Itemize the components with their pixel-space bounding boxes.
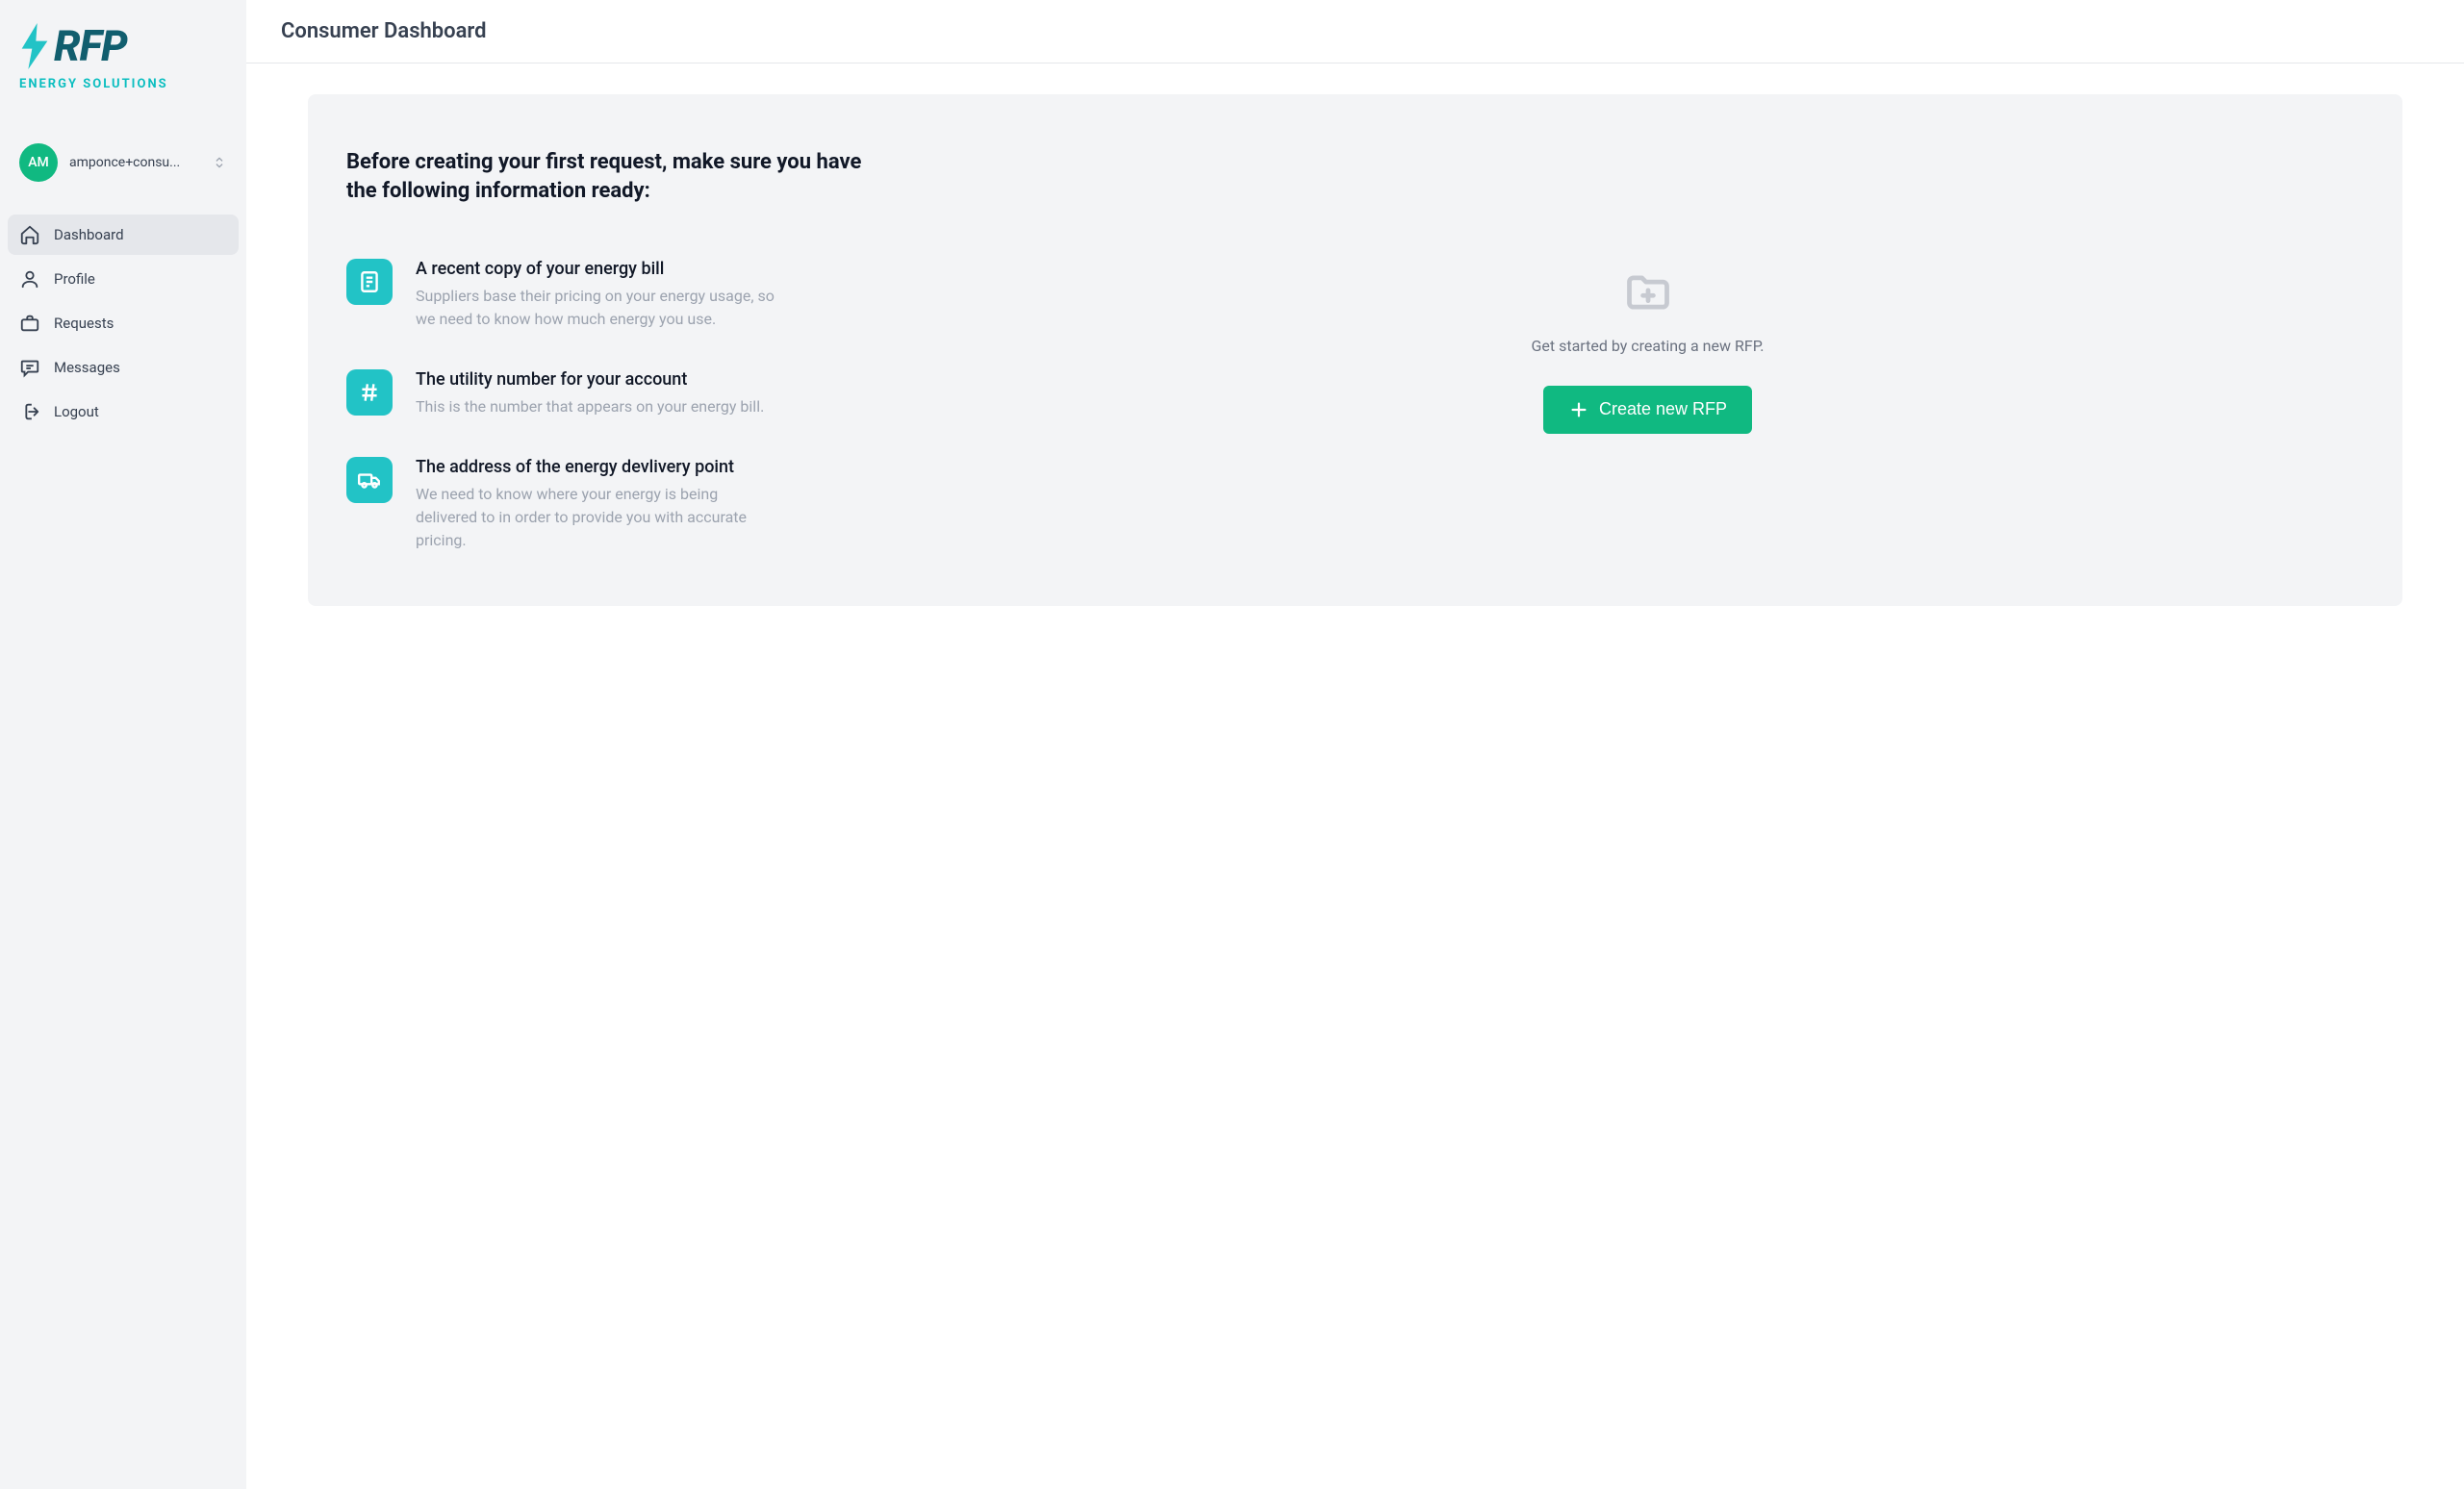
truck-icon <box>346 457 393 503</box>
content: Before creating your first request, make… <box>246 63 2464 637</box>
sidebar-item-label: Messages <box>54 359 120 376</box>
checklist-item-description: This is the number that appears on your … <box>416 395 781 418</box>
folder-plus-icon <box>1623 267 1673 317</box>
onboarding-card: Before creating your first request, make… <box>308 94 2402 606</box>
bolt-icon <box>19 23 50 69</box>
sidebar-item-label: Logout <box>54 403 99 420</box>
user-icon <box>19 268 40 290</box>
hash-icon <box>346 369 393 416</box>
checklist-item: A recent copy of your energy bill Suppli… <box>346 259 885 331</box>
sidebar-item-label: Dashboard <box>54 226 124 243</box>
home-icon <box>19 224 40 245</box>
checklist-item-description: We need to know where your energy is bei… <box>416 483 781 552</box>
onboarding-cta-column: Get started by creating a new RFP. Creat… <box>931 148 2364 552</box>
sidebar-item-messages[interactable]: Messages <box>8 347 239 388</box>
onboarding-checklist-column: Before creating your first request, make… <box>346 148 885 552</box>
sidebar-nav: Dashboard Profile Requests Messages Logo… <box>0 215 246 432</box>
cta-prompt: Get started by creating a new RFP. <box>1532 337 1765 355</box>
user-display-name: amponce+consu... <box>69 155 200 170</box>
checklist-item-description: Suppliers base their pricing on your ene… <box>416 285 781 331</box>
checklist-item-title: The address of the energy devlivery poin… <box>416 457 885 477</box>
message-icon <box>19 357 40 378</box>
sidebar-item-dashboard[interactable]: Dashboard <box>8 215 239 255</box>
checklist-item-title: A recent copy of your energy bill <box>416 259 885 279</box>
main-area: Consumer Dashboard Before creating your … <box>246 0 2464 1489</box>
onboarding-heading: Before creating your first request, make… <box>346 148 885 205</box>
brand-name: RFP <box>54 25 127 67</box>
chevron-up-down-icon <box>212 155 227 170</box>
sidebar: RFP ENERGY SOLUTIONS AM amponce+consu...… <box>0 0 246 1489</box>
brand-logo: RFP ENERGY SOLUTIONS <box>0 23 246 114</box>
sidebar-item-logout[interactable]: Logout <box>8 391 239 432</box>
briefcase-icon <box>19 313 40 334</box>
sidebar-item-label: Profile <box>54 270 95 288</box>
receipt-icon <box>346 259 393 305</box>
checklist-item: The utility number for your account This… <box>346 369 885 418</box>
sidebar-item-profile[interactable]: Profile <box>8 259 239 299</box>
create-rfp-button-label: Create new RFP <box>1599 399 1727 419</box>
avatar: AM <box>19 143 58 182</box>
plus-icon <box>1568 399 1589 420</box>
topbar: Consumer Dashboard <box>246 0 2464 63</box>
checklist-item: The address of the energy devlivery poin… <box>346 457 885 552</box>
user-switcher[interactable]: AM amponce+consu... <box>12 138 235 188</box>
sidebar-item-label: Requests <box>54 315 114 332</box>
checklist-item-title: The utility number for your account <box>416 369 885 390</box>
checklist: A recent copy of your energy bill Suppli… <box>346 259 885 552</box>
brand-tagline: ENERGY SOLUTIONS <box>19 77 227 91</box>
page-title: Consumer Dashboard <box>281 19 2429 43</box>
sidebar-item-requests[interactable]: Requests <box>8 303 239 343</box>
logout-icon <box>19 401 40 422</box>
create-rfp-button[interactable]: Create new RFP <box>1543 386 1752 434</box>
